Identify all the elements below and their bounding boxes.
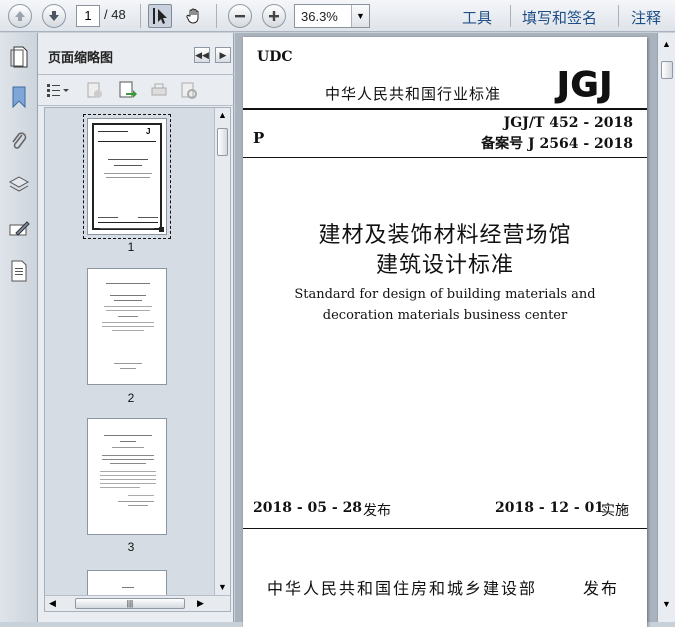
scroll-right-icon[interactable]: ▶ [197,598,204,609]
document-viewport[interactable]: UDC 中华人民共和国行业标准 JGJ P JGJ/T 452 - 2018 备… [235,33,657,627]
main-toolbar: 1 / 48 36.3% ▼ 工具 填写和签名 注释 [0,0,675,32]
zoom-out-button[interactable] [228,4,252,28]
signature-pen-icon [9,221,30,236]
plus-icon [269,11,279,21]
issue-date: 2018 - 05 - 28 [253,500,363,516]
document-lines-icon [11,260,27,282]
thumbnail-list[interactable]: J 1 2 3 ▲ ▼ ◀ ||| ▶ [44,107,231,612]
thumbnail-page-3[interactable] [87,418,167,535]
thumbnail-label: 3 [127,540,135,554]
document-page: UDC 中华人民共和国行业标准 JGJ P JGJ/T 452 - 2018 备… [243,37,647,627]
zoom-select[interactable]: 36.3% ▼ [294,4,370,28]
page-number-input[interactable]: 1 [76,5,100,27]
cursor-arrow-icon [153,8,167,24]
effective-date: 2018 - 12 - 01 [495,500,605,516]
zoom-value: 36.3% [301,9,338,24]
toolbar-divider [140,4,141,28]
header-rule [243,108,647,110]
record-number: 备案号 J 2564 - 2018 [481,136,633,152]
footer-rule [243,528,647,529]
chevron-right-icon: ▶ [219,49,227,60]
expand-panel-button[interactable]: ▶ [215,47,231,63]
udc-label: UDC [257,49,293,65]
menu-divider [618,5,619,27]
title-chinese-line1: 建材及装饰材料经营场馆 [318,223,572,248]
toolbar-divider [216,4,217,28]
signatures-button[interactable] [7,217,31,241]
options-button[interactable] [46,82,70,103]
extract-page-button[interactable] [118,81,138,106]
delete-page-icon [87,82,102,98]
select-tool-button[interactable] [148,4,172,28]
previous-page-button[interactable] [8,4,32,28]
layers-icon [8,176,30,192]
publisher: 中华人民共和国住房和城乡建设部 [267,579,538,598]
paperclip-icon [12,132,27,149]
thumbnail-page-2[interactable] [87,268,167,385]
scroll-thumb[interactable] [661,61,673,79]
layers-button[interactable] [7,173,31,197]
title-english-line2: decoration materials business center [322,308,568,323]
print-page-button[interactable] [150,82,168,105]
content-button[interactable] [7,259,31,283]
next-page-button[interactable] [42,4,66,28]
comment-menu[interactable]: 注释 [631,7,661,28]
effective-label: 实施 [601,503,629,519]
scroll-down-icon[interactable]: ▼ [662,599,671,609]
page-total: / 48 [104,7,126,22]
hand-icon [186,8,199,24]
issue-label: 发布 [363,503,391,519]
delete-page-button[interactable] [86,82,104,105]
scroll-up-icon[interactable]: ▲ [218,110,227,120]
title-english-line1: Standard for design of building material… [294,287,596,302]
panel-header: 页面缩略图 ◀◀ ▶ [38,33,234,75]
scroll-down-icon[interactable]: ▼ [218,582,227,592]
jgj-logo: JGJ [556,65,614,106]
scroll-thumb[interactable] [217,128,228,156]
thumbnail-panel: 页面缩略图 ◀◀ ▶ J 1 2 3 ▲ ▼ ◀ ||| ▶ [38,33,234,622]
page-properties-button[interactable] [180,82,198,105]
hand-tool-button[interactable] [182,4,206,28]
publisher-label: 发布 [583,579,620,598]
double-chevron-left-icon: ◀◀ [195,49,209,60]
p-code: P [253,129,265,147]
print-icon [151,83,167,96]
options-list-icon [47,84,69,97]
menu-divider [510,5,511,27]
standard-number: JGJ/T 452 - 2018 [503,115,633,131]
fill-sign-menu[interactable]: 填写和签名 [522,7,597,28]
properties-icon [181,82,197,99]
standard-header: 中华人民共和国行业标准 [325,85,502,103]
title-chinese-line2: 建筑设计标准 [375,253,514,278]
attachments-button[interactable] [7,129,31,153]
chevron-down-icon[interactable]: ▼ [351,5,369,27]
page-icon [10,46,28,68]
arrow-up-icon [15,11,25,21]
scroll-up-icon[interactable]: ▲ [662,39,671,49]
minus-icon [235,15,245,18]
thumbnail-label: 1 [127,240,135,254]
thumbnail-page-1[interactable]: J [83,114,171,239]
thumbnail-vertical-scrollbar[interactable]: ▲ ▼ [214,108,230,596]
divider-rule [243,157,647,158]
panel-title: 页面缩略图 [48,50,114,65]
tools-menu[interactable]: 工具 [462,7,492,28]
collapse-panel-button[interactable]: ◀◀ [194,47,210,63]
thumbnail-label: 2 [127,391,135,405]
scroll-left-icon[interactable]: ◀ [49,598,56,609]
navigation-rail [0,33,38,622]
zoom-in-button[interactable] [262,4,286,28]
document-vertical-scrollbar[interactable]: ▲ ▼ [657,33,675,622]
thumbnail-tools [38,76,234,106]
pages-panel-button[interactable] [7,45,31,69]
bookmarks-button[interactable] [7,85,31,109]
thumbnail-horizontal-scrollbar[interactable]: ◀ ||| ▶ [45,595,230,611]
extract-page-icon [119,81,137,98]
scroll-thumb-horizontal[interactable]: ||| [75,598,185,609]
bookmark-icon [12,86,26,108]
arrow-down-icon [49,11,59,21]
